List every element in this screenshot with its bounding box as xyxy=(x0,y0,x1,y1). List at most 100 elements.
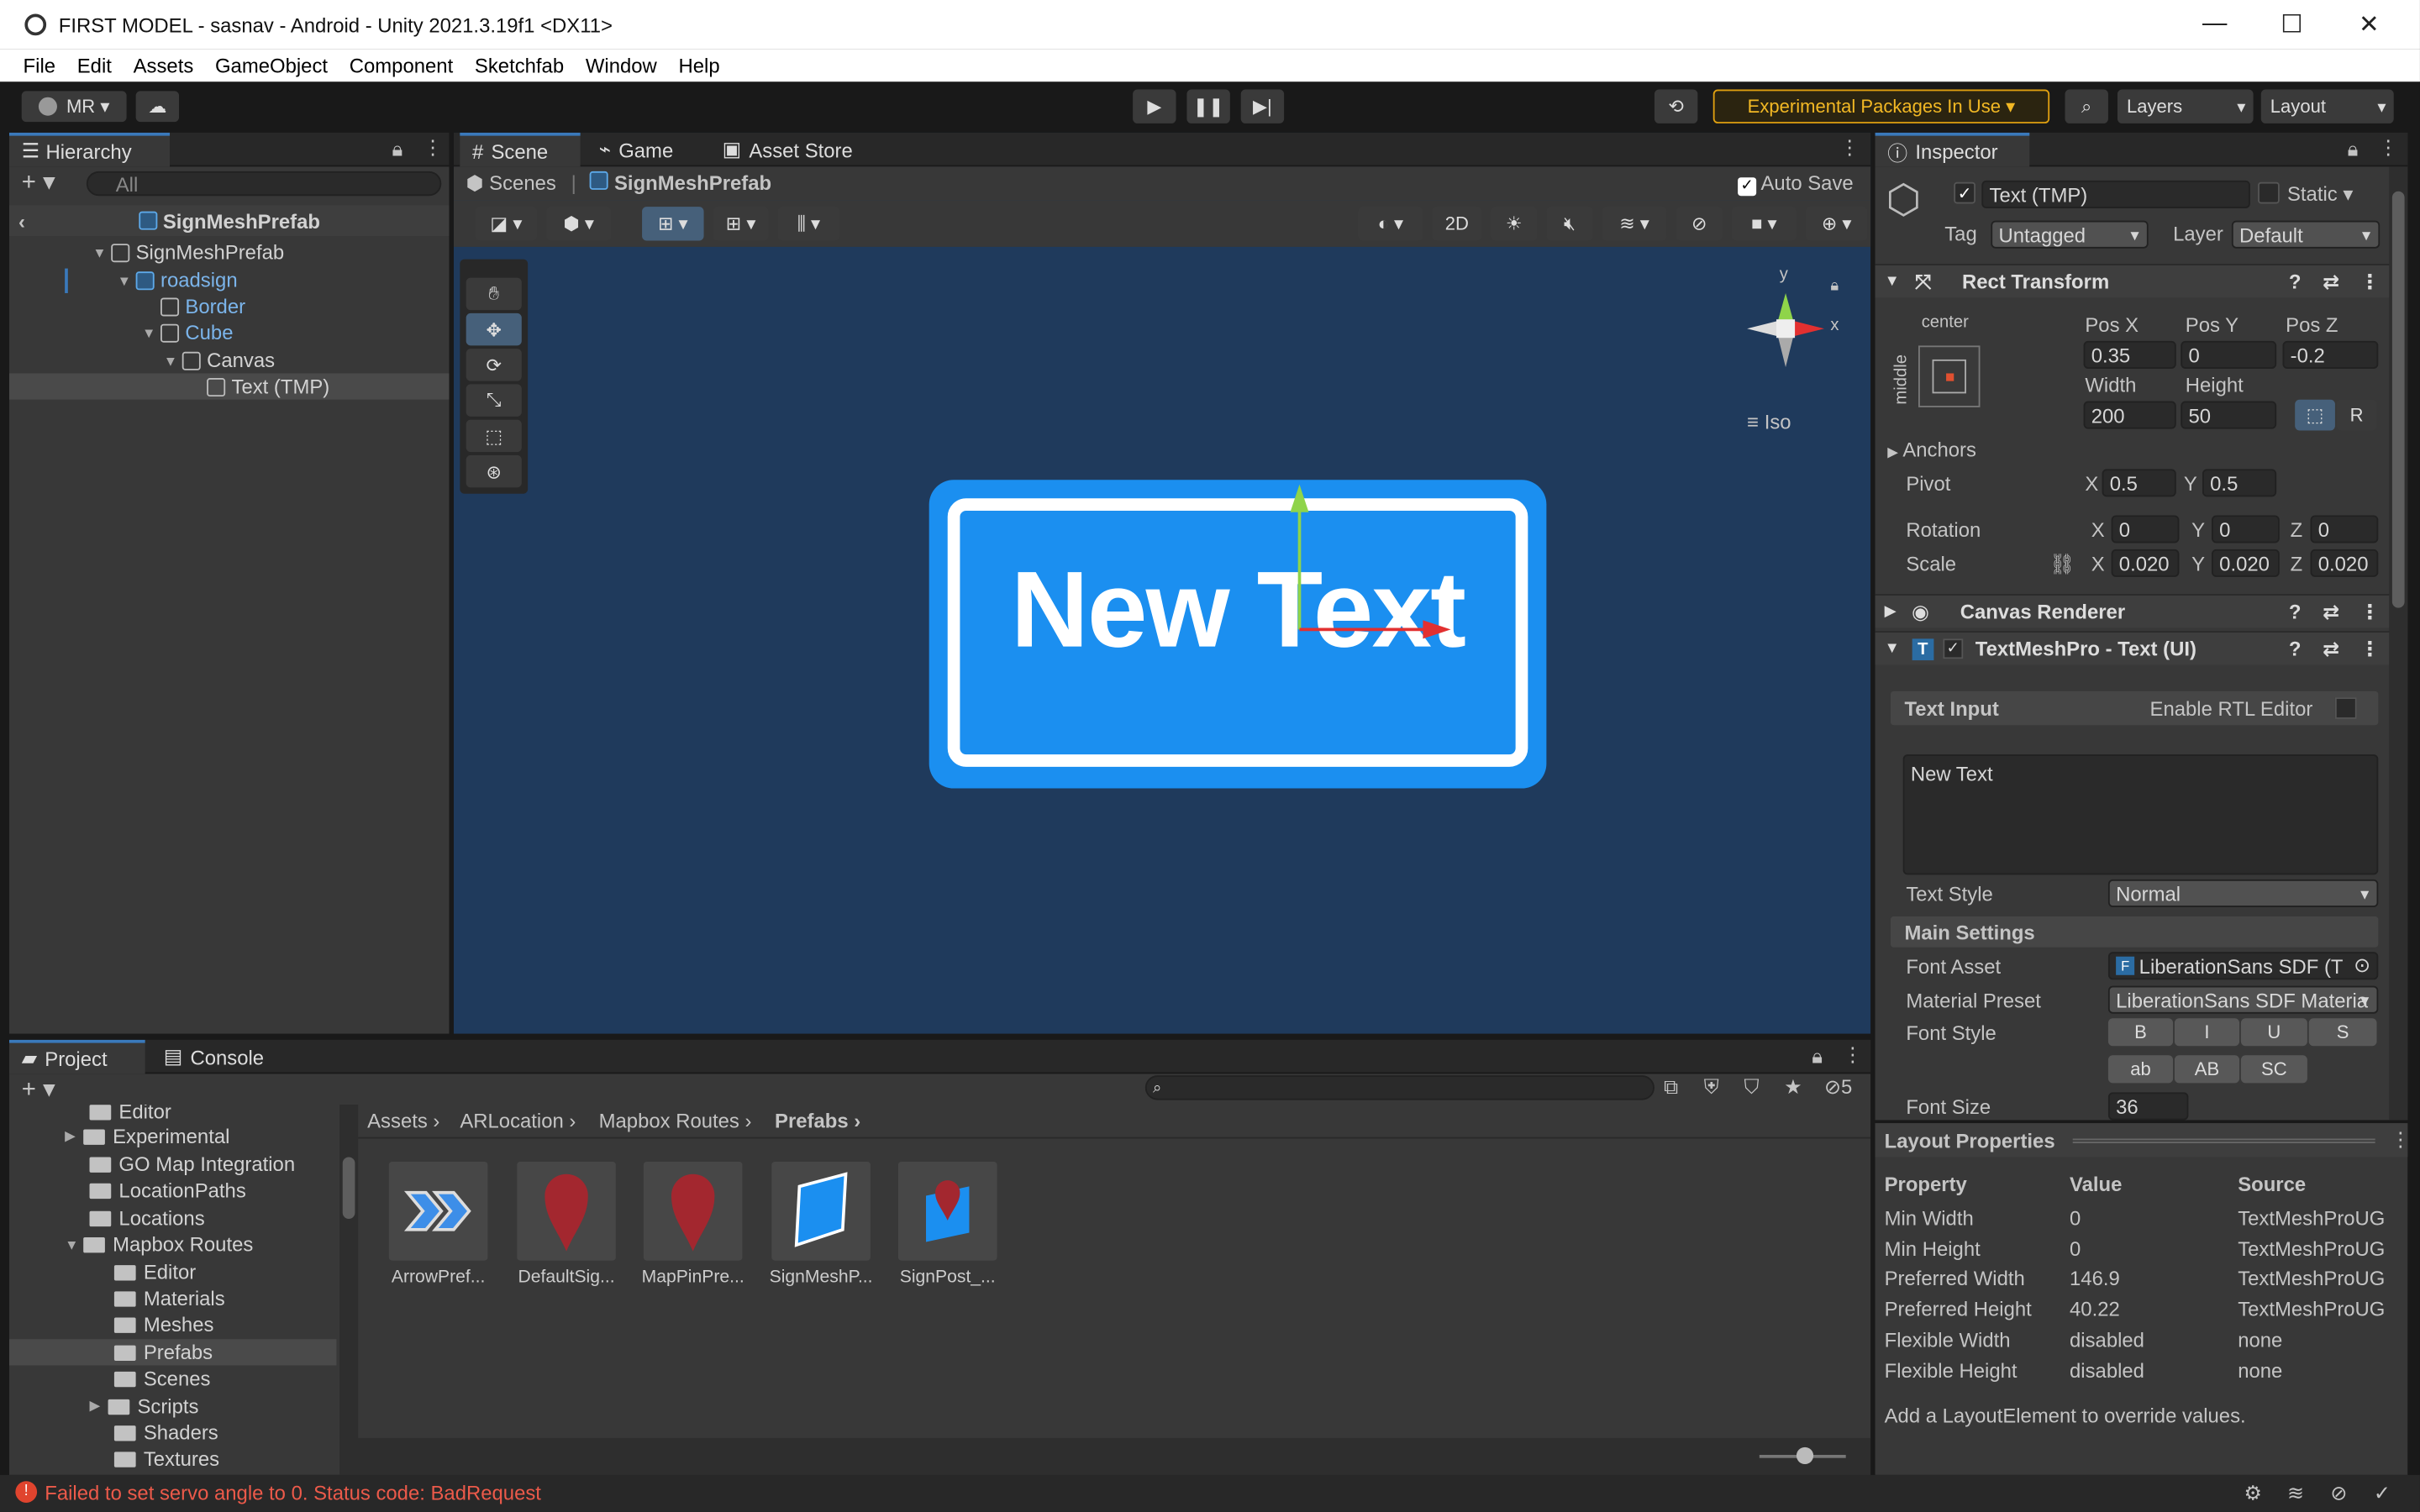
folder-item[interactable]: ▶ Experimental xyxy=(65,1123,229,1149)
posy-field[interactable]: 0 xyxy=(2181,340,2277,369)
tag-dropdown[interactable]: Untagged xyxy=(1991,220,2149,249)
uppercase-button[interactable]: AB xyxy=(2174,1055,2240,1084)
presets-icon[interactable]: ⇄ xyxy=(2323,600,2339,624)
scrollbar-thumb[interactable] xyxy=(2391,191,2405,608)
component-menu-icon[interactable]: ⋮ xyxy=(2360,600,2380,624)
help-icon[interactable]: ? xyxy=(2289,270,2302,293)
cache-icon[interactable]: ⊘ xyxy=(2330,1481,2347,1505)
menu-item[interactable]: Edit xyxy=(66,54,123,77)
textmeshpro-header[interactable]: ▼ T ✓ TextMeshPro - Text (UI) ? ⇄ ⋮ xyxy=(1875,631,2392,665)
project-search-input[interactable]: ⌕ xyxy=(1144,1075,1655,1100)
layout-properties-header[interactable]: Layout Properties ⋮ xyxy=(1875,1123,2411,1158)
debug-icon[interactable]: ⚙ xyxy=(2244,1481,2262,1505)
more-menu-icon[interactable]: ⋮ xyxy=(423,136,443,160)
anchor-presets-button[interactable] xyxy=(1918,345,1981,407)
layer-dropdown[interactable]: Default xyxy=(2231,220,2381,249)
hierarchy-item[interactable]: ▼ roadsign xyxy=(118,267,238,293)
add-icon[interactable]: + ▾ xyxy=(22,166,55,197)
font-asset-field[interactable]: F LiberationSans SDF (T ⊙ xyxy=(2107,952,2379,980)
menu-item[interactable]: Help xyxy=(668,54,731,77)
breadcrumb-prefabs[interactable]: Prefabs › xyxy=(775,1110,860,1133)
more-menu-icon[interactable]: ⋮ xyxy=(2378,136,2398,160)
pause-button[interactable]: ❚❚ xyxy=(1186,89,1230,123)
minimize-icon[interactable]: — xyxy=(2176,0,2254,50)
menu-item[interactable]: Window xyxy=(575,54,668,77)
constrain-proportions-icon[interactable]: ⛓ xyxy=(2049,553,2075,577)
help-icon[interactable]: ? xyxy=(2289,600,2302,623)
orientation-gizmo[interactable]: y x xyxy=(1732,265,1840,383)
hierarchy-item[interactable]: ▼ Cube xyxy=(142,319,234,345)
component-menu-icon[interactable]: ⋮ xyxy=(2360,637,2380,661)
menu-item[interactable]: GameObject xyxy=(204,54,339,77)
lock-icon[interactable]: 🔒︎ xyxy=(392,137,403,161)
rotation-z-field[interactable]: 0 xyxy=(2310,515,2379,543)
asset-thumbnail[interactable] xyxy=(897,1162,997,1261)
active-checkbox[interactable]: ✓ xyxy=(1954,181,1975,204)
slider-knob[interactable] xyxy=(1796,1446,1814,1465)
tab-inspector[interactable]: ⓘ Inspector xyxy=(1875,132,2030,167)
filter-type-icon[interactable]: ⛨ xyxy=(1704,1075,1719,1100)
gizmo-lock-icon[interactable]: 🔒︎ xyxy=(1830,278,1839,295)
label-icon[interactable]: ⛉ xyxy=(1744,1075,1759,1100)
hierarchy-item[interactable]: Border xyxy=(160,293,245,319)
close-icon[interactable]: ✕ xyxy=(2330,0,2407,50)
folder-item[interactable]: GO Map Integration xyxy=(89,1151,295,1177)
drag-handle[interactable] xyxy=(2072,1138,2375,1143)
scale-z-field[interactable]: 0.020 xyxy=(2310,549,2379,577)
hierarchy-item[interactable]: ▼ Canvas xyxy=(164,347,275,373)
tab-console[interactable]: ▤ Console xyxy=(151,1040,276,1074)
material-preset-dropdown[interactable]: LiberationSans SDF Materia xyxy=(2107,985,2379,1014)
breadcrumb-assets[interactable]: Assets › xyxy=(367,1110,439,1133)
asset-thumbnail[interactable] xyxy=(771,1162,871,1261)
presets-icon[interactable]: ⇄ xyxy=(2323,637,2339,661)
menu-item[interactable]: Sketchfab xyxy=(464,54,575,77)
step-button[interactable]: ▶| xyxy=(1240,89,1285,123)
folder-item-selected[interactable]: Prefabs xyxy=(9,1339,337,1366)
pivot-y-field[interactable]: 0.5 xyxy=(2202,469,2277,497)
breadcrumb-mapbox-routes[interactable]: Mapbox Routes › xyxy=(599,1110,752,1133)
help-icon[interactable]: ? xyxy=(2289,638,2302,661)
underline-button[interactable]: U xyxy=(2240,1018,2307,1047)
menu-item[interactable]: File xyxy=(13,54,66,77)
canvas-renderer-header[interactable]: ▶ ◉ Canvas Renderer ? ⇄ ⋮ xyxy=(1875,594,2392,628)
maximize-icon[interactable]: ☐ xyxy=(2254,0,2331,50)
layers-icon[interactable]: ≋ xyxy=(2287,1481,2304,1505)
back-icon[interactable]: ‹ xyxy=(18,209,25,233)
scrollbar-thumb[interactable] xyxy=(342,1157,355,1219)
menu-item[interactable]: Assets xyxy=(123,54,204,77)
font-size-field[interactable]: 36 xyxy=(2107,1092,2189,1121)
search-by-type-icon[interactable]: ⧉ xyxy=(1664,1075,1678,1100)
folder-item[interactable]: Shaders xyxy=(113,1420,218,1446)
blueprint-mode-icon[interactable]: ⬚ xyxy=(2295,399,2335,431)
asset-thumbnail[interactable] xyxy=(643,1162,743,1261)
folder-item[interactable]: Editor xyxy=(89,1105,171,1125)
static-checkbox[interactable] xyxy=(2258,181,2280,204)
folder-item[interactable]: Editor xyxy=(113,1259,196,1285)
posz-field[interactable]: -0.2 xyxy=(2282,340,2379,369)
move-gizmo[interactable] xyxy=(454,133,1870,1034)
folder-item[interactable]: ▶ Scripts xyxy=(90,1394,199,1420)
rect-transform-header[interactable]: ▼ ⤧ Rect Transform ? ⇄ ⋮ xyxy=(1875,264,2392,298)
cloud-icon[interactable]: ☁ xyxy=(135,91,180,123)
lowercase-button[interactable]: ab xyxy=(2107,1055,2174,1084)
lock-icon[interactable]: 🔒︎ xyxy=(2348,137,2359,161)
anchors-foldout[interactable]: ▶ Anchors xyxy=(1887,438,1976,462)
tab-project[interactable]: ▰ Project xyxy=(9,1039,145,1074)
more-menu-icon[interactable]: ⋮ xyxy=(1843,1043,1863,1068)
object-picker-icon[interactable]: ⊙ xyxy=(2354,953,2370,978)
scale-x-field[interactable]: 0.020 xyxy=(2111,549,2180,577)
posx-field[interactable]: 0.35 xyxy=(2083,340,2176,369)
layers-dropdown[interactable]: Layers xyxy=(2117,89,2254,123)
text-input-area[interactable]: New Text xyxy=(1902,754,2379,875)
bold-button[interactable]: B xyxy=(2107,1018,2174,1047)
inspector-scrollbar[interactable] xyxy=(2389,166,2408,1121)
history-icon[interactable]: ⟲ xyxy=(1654,89,1698,123)
layout-dropdown[interactable]: Layout xyxy=(2260,89,2394,123)
projection-toggle[interactable]: ≡ Iso xyxy=(1747,411,1791,434)
folder-item[interactable]: Meshes xyxy=(113,1311,213,1337)
folder-item[interactable]: LocationPaths xyxy=(89,1177,246,1203)
rotation-y-field[interactable]: 0 xyxy=(2211,515,2280,543)
presets-icon[interactable]: ⇄ xyxy=(2323,270,2339,294)
add-asset-icon[interactable]: + ▾ xyxy=(22,1074,55,1105)
folder-item[interactable]: Materials xyxy=(113,1285,225,1311)
